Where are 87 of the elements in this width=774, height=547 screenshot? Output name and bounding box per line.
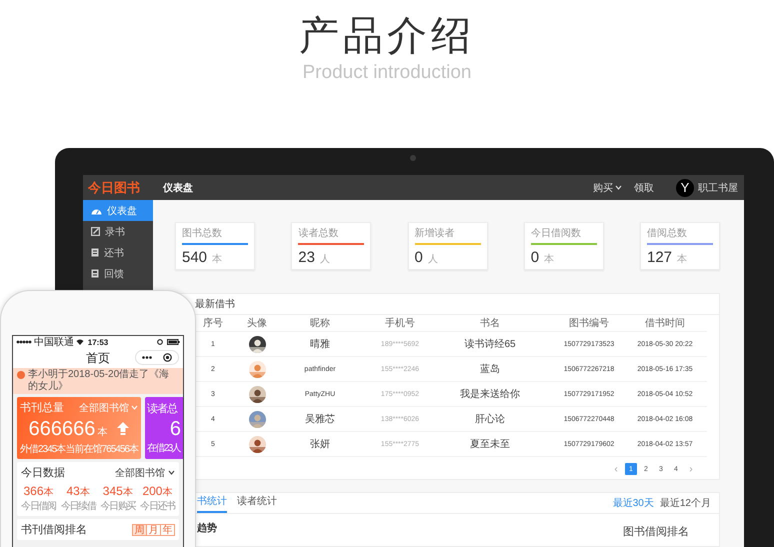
nav-link[interactable]: 购买 <box>593 180 622 194</box>
chart-title: 趋势 <box>197 522 217 536</box>
column-header: 手机号 <box>385 316 415 330</box>
card-title: 最新借书 <box>195 298 235 311</box>
card-title: 读者总 <box>147 402 177 416</box>
sidebar-item[interactable]: 录书 <box>83 221 153 242</box>
carrier-name: 中国联通 <box>34 336 74 349</box>
column-header: 图书编号 <box>569 316 609 330</box>
stat-value: 43 <box>66 484 80 498</box>
stat-unit: 本 <box>162 486 172 499</box>
book-icon <box>91 248 99 257</box>
sidebar-item[interactable]: 回馈 <box>83 263 153 284</box>
table-cell-text: 读书诗经65 <box>464 338 516 351</box>
edit-icon <box>91 227 100 236</box>
notice-dot-icon <box>17 371 25 379</box>
stat-value: 200 <box>142 484 162 498</box>
screen-title: 首页 <box>86 350 110 366</box>
stat-label: 今日续借 <box>60 500 96 513</box>
caret-icon <box>131 405 138 410</box>
stat-label: 今日借阅 <box>21 500 56 513</box>
table-cell-text: 夏至未至 <box>470 438 510 451</box>
stat-unit: 人 <box>428 253 438 266</box>
table-cell-text: 晴雅 <box>310 338 330 351</box>
stat-unit: 本 <box>544 252 554 266</box>
stat-unit: 本 <box>122 486 133 499</box>
range-link[interactable]: 最近12个月 <box>660 496 711 510</box>
card-value: 666666 <box>28 418 96 440</box>
wifi-icon <box>76 339 84 345</box>
logo: 今日图书 <box>86 178 141 196</box>
card-note: 当前在馆765456本 <box>66 442 138 456</box>
column-header: 昵称 <box>310 317 330 330</box>
stat-value: 23 <box>298 249 315 267</box>
stat-value: 0 <box>414 249 423 267</box>
stat-unit: 本 <box>44 486 54 499</box>
stat-label: 今日还书 <box>140 500 175 513</box>
column-header: 书名 <box>480 316 500 330</box>
stat-value: 366 <box>23 484 44 498</box>
page-title: 产品介绍 <box>299 13 475 60</box>
stat-value: 345 <box>102 484 123 498</box>
column-header: 借书时间 <box>645 316 685 330</box>
stat-label: 借阅总数 <box>647 228 688 240</box>
ranking-title: 图书借阅排名 <box>623 525 689 539</box>
document-icon <box>91 269 99 278</box>
stat-value: 0 <box>530 249 540 267</box>
column-header: 序号 <box>203 316 223 330</box>
section-title: 今日数据 <box>21 466 65 480</box>
tab[interactable]: 读者统计 <box>237 494 277 513</box>
stat-value: 127 <box>647 249 672 267</box>
user-name[interactable]: 职工书屋 <box>698 180 738 194</box>
more-icon[interactable] <box>142 356 152 359</box>
stat-value: 540 <box>182 249 208 267</box>
table-cell-text: 吴雅芯 <box>305 412 335 426</box>
sidebar-item[interactable]: 还书 <box>83 242 153 263</box>
battery-icon <box>167 339 180 345</box>
signal-icon <box>16 340 32 344</box>
avatar[interactable]: Y <box>676 178 694 196</box>
stat-unit: 本 <box>80 486 90 499</box>
alarm-icon <box>157 339 163 345</box>
section-title: 书刊借阅排名 <box>21 523 87 537</box>
notice-text: 李小明于2018-05-20借走了《海的女儿》 <box>28 369 170 393</box>
status-time: 17:53 <box>88 338 108 346</box>
table-cell-text: 张妍 <box>310 438 330 451</box>
stat-unit: 人 <box>320 253 330 266</box>
stat-label: 今日借阅数 <box>530 228 582 240</box>
page-subtitle: Product introduction <box>302 62 472 84</box>
scope-dropdown[interactable]: 全部图书馆 <box>115 466 175 480</box>
camera-dot <box>410 155 416 161</box>
target-icon[interactable] <box>163 353 172 362</box>
card-title: 书刊总量 <box>20 401 64 415</box>
card-unit: 本 <box>97 426 108 438</box>
page-name: 仪表盘 <box>163 182 193 194</box>
stat-label: 图书总数 <box>182 228 223 240</box>
stat-label: 新增读者 <box>414 228 456 240</box>
table-cell-text: 肝心论 <box>475 412 505 426</box>
stat-unit: 本 <box>212 252 222 266</box>
column-header: 头像 <box>247 316 267 330</box>
table-cell-text: 我是来送给你 <box>460 388 520 401</box>
card-note: 外借2345本 <box>20 442 66 456</box>
card-note: 在借23人 <box>147 442 180 455</box>
arrow-up-icon <box>117 422 130 434</box>
table-cell-text: 蓝岛 <box>480 362 500 376</box>
stat-label: 今日购买 <box>100 500 136 513</box>
stat-unit: 本 <box>677 252 688 266</box>
stat-label: 读者总数 <box>298 228 340 240</box>
nav-link[interactable]: 领取 <box>634 180 654 194</box>
caret-icon <box>168 470 175 475</box>
card-value: 6 <box>170 418 181 440</box>
